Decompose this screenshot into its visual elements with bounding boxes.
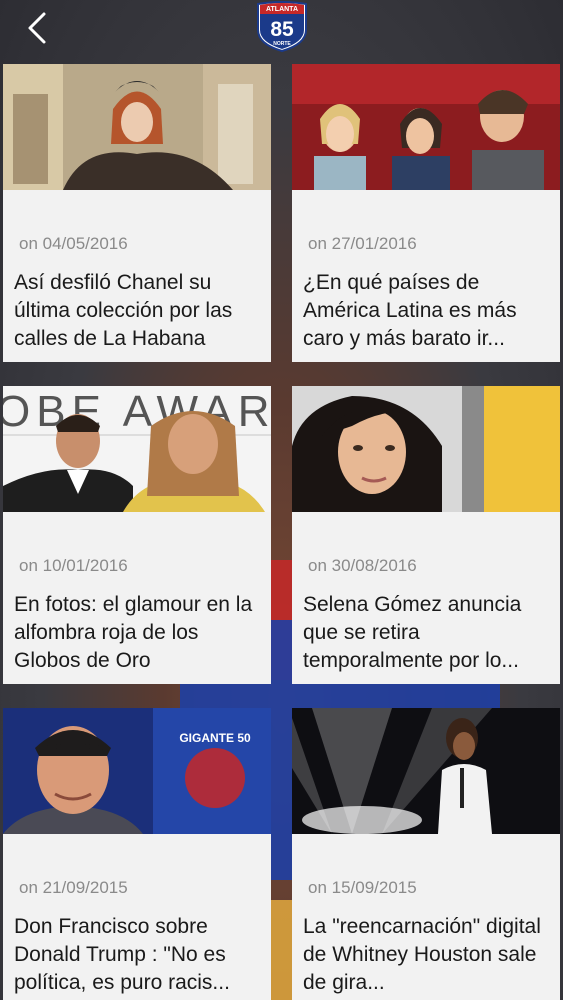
article-thumbnail (292, 386, 560, 512)
article-title[interactable]: En fotos: el glamour en la alfombra roja… (14, 591, 266, 675)
article-title[interactable]: La "reencarnación" digital de Whitney Ho… (303, 913, 555, 997)
article-thumbnail (292, 64, 560, 190)
back-button[interactable] (22, 10, 52, 46)
article-thumbnail: GIGANTE 50 (3, 708, 271, 834)
article-thumbnail (3, 64, 271, 190)
article-thumbnail (292, 708, 560, 834)
station-logo[interactable]: ATLANTA 85 NORTE (254, 0, 310, 52)
article-card[interactable]: on 04/05/2016 Así desfiló Chanel su últi… (3, 64, 271, 362)
svg-text:NORTE: NORTE (273, 41, 291, 47)
svg-text:ATLANTA: ATLANTA (266, 6, 298, 13)
article-title[interactable]: ¿En qué países de América Latina es más … (303, 269, 555, 353)
article-card[interactable]: GIGANTE 50 on 21/09/2015 Don Francisco s… (3, 708, 271, 1000)
article-card[interactable]: on 15/09/2015 La "reencarnación" digital… (292, 708, 560, 1000)
article-title[interactable]: Así desfiló Chanel su última colección p… (14, 269, 266, 353)
article-date: on 04/05/2016 (19, 234, 128, 253)
svg-text:85: 85 (270, 18, 294, 41)
article-date: on 30/08/2016 (308, 556, 417, 575)
top-bar: ATLANTA 85 NORTE (0, 0, 563, 60)
article-card[interactable]: on 27/01/2016 ¿En qué países de América … (292, 64, 560, 362)
article-date: on 10/01/2016 (19, 556, 128, 575)
article-thumbnail: GLOBE AWARDS (3, 386, 271, 512)
article-title[interactable]: Don Francisco sobre Donald Trump : "No e… (14, 913, 266, 997)
article-title[interactable]: Selena Gómez anuncia que se retira tempo… (303, 591, 555, 675)
article-date: on 27/01/2016 (308, 234, 417, 253)
article-date: on 21/09/2015 (19, 878, 128, 897)
article-card[interactable]: on 30/08/2016 Selena Gómez anuncia que s… (292, 386, 560, 684)
chevron-left-icon (28, 12, 46, 44)
article-card[interactable]: GLOBE AWARDS on 10/01/2016 En fotos: el … (3, 386, 271, 684)
article-date: on 15/09/2015 (308, 878, 417, 897)
svg-text:GIGANTE 50: GIGANTE 50 (179, 731, 251, 745)
